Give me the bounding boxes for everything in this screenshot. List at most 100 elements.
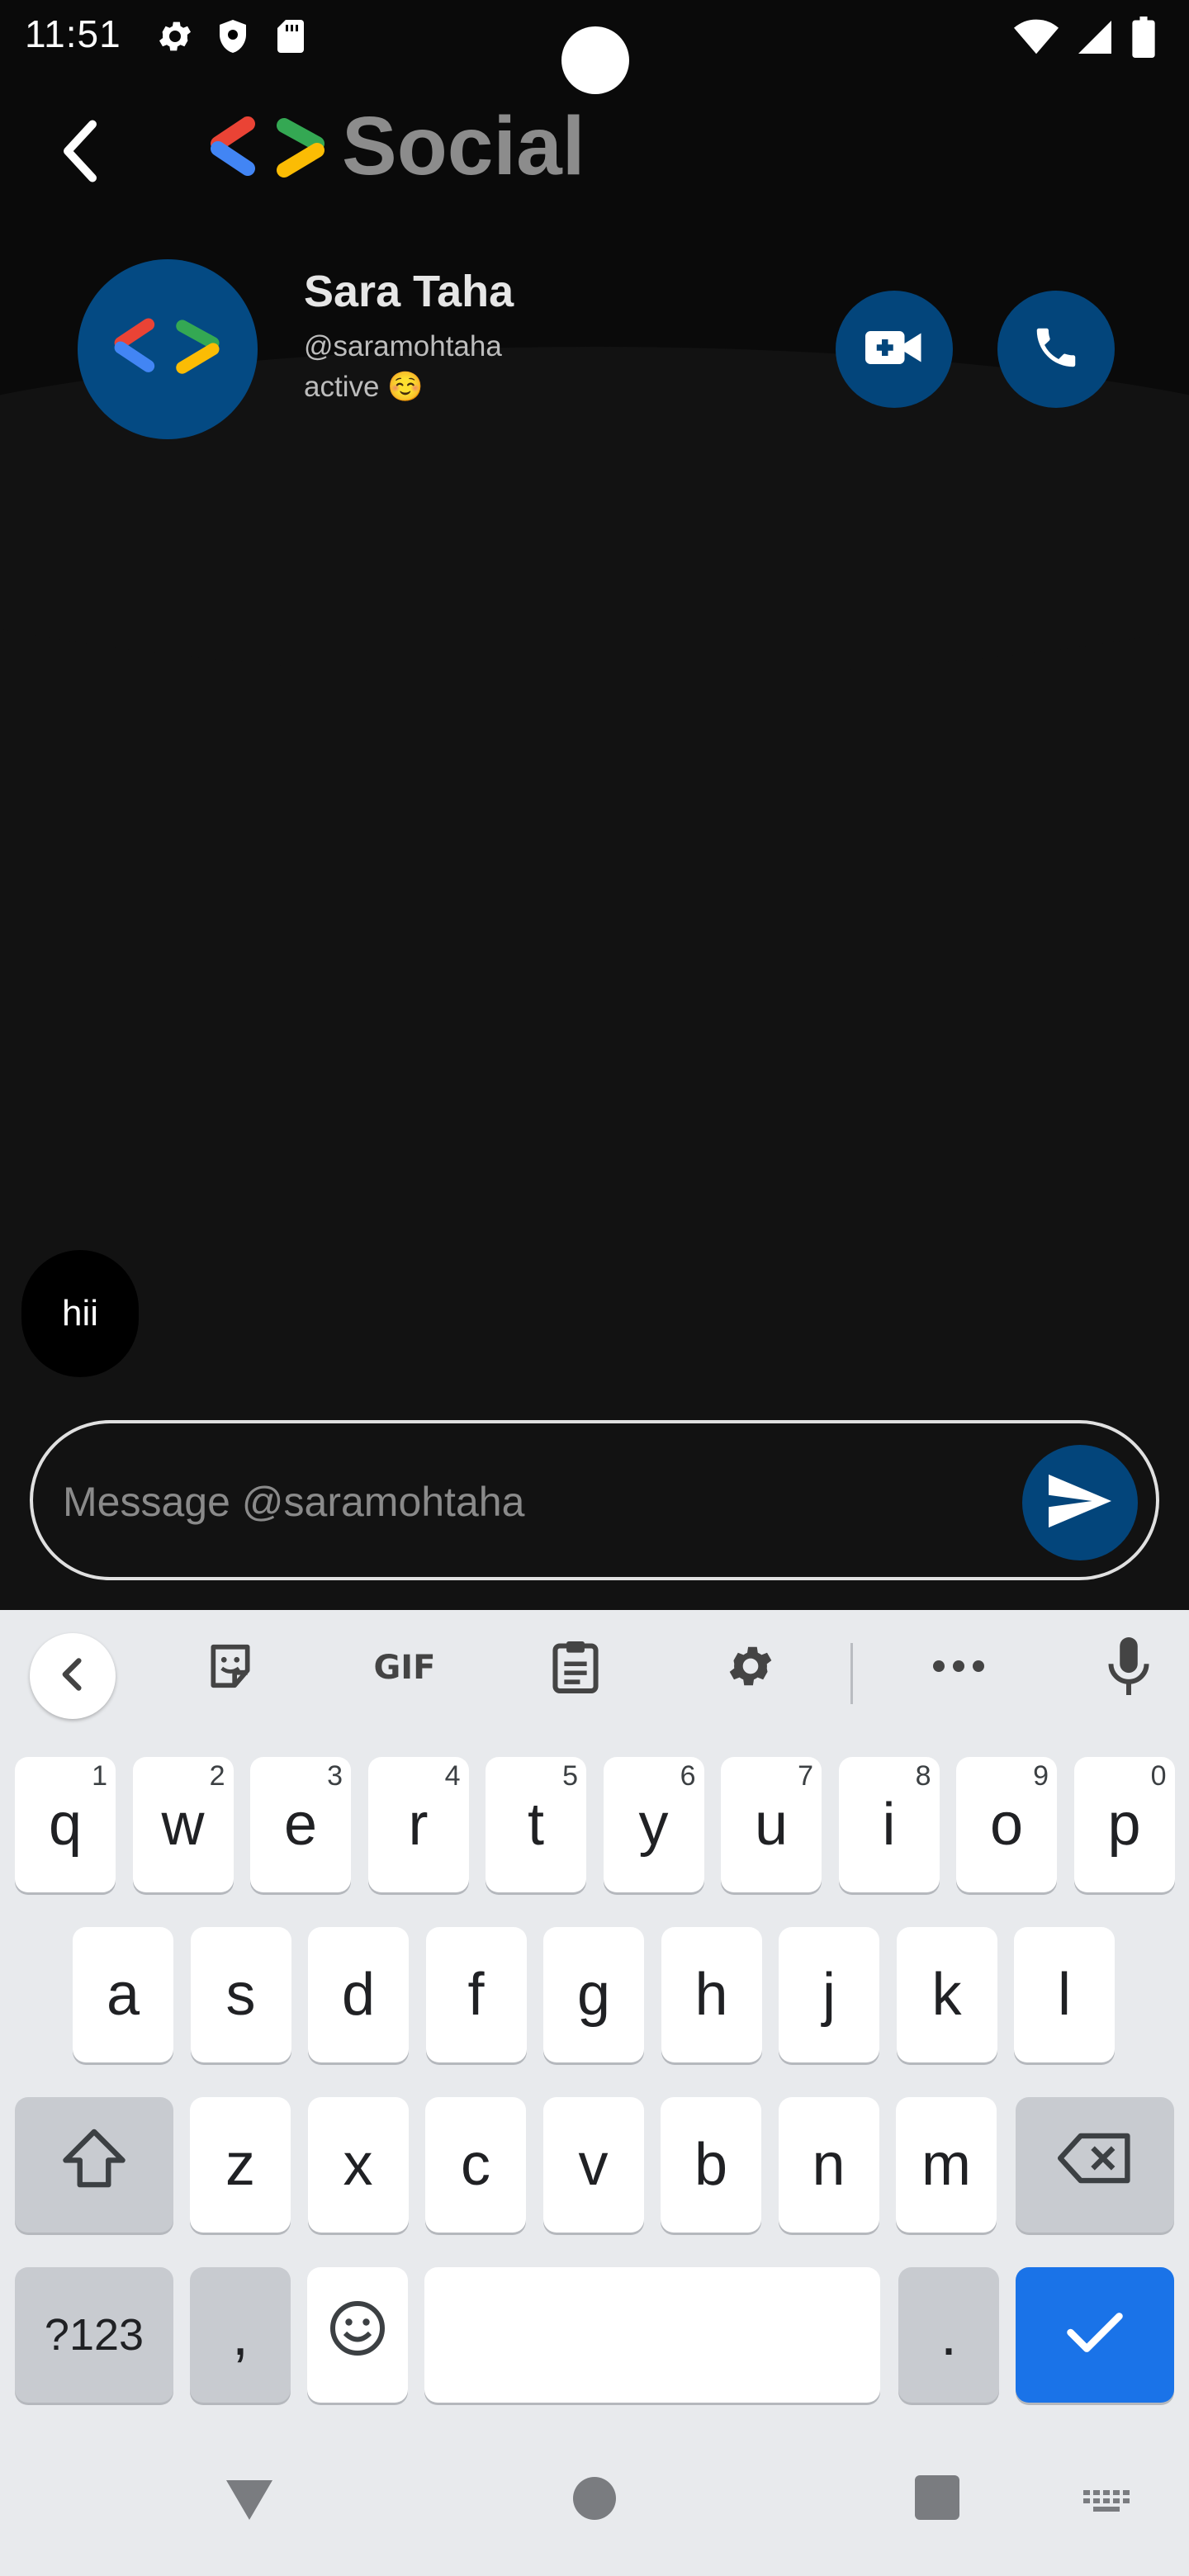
key-a[interactable]: a [73,1927,173,2062]
video-call-button[interactable] [836,291,953,408]
home-circle-icon [571,2475,618,2526]
key-h[interactable]: h [661,1927,762,2062]
toolbar-divider [850,1643,853,1704]
key-label: e [283,1792,318,1858]
key-hint: 4 [444,1760,461,1792]
key-b[interactable]: b [661,2097,761,2233]
keyboard-toolbar: GIF [0,1610,1189,1719]
battery-icon [1131,17,1156,62]
key-label: o [989,1792,1024,1858]
app-title: Social [342,100,585,192]
shield-icon [213,17,253,60]
key-n[interactable]: n [778,2097,879,2233]
voice-input-button[interactable] [1092,1633,1166,1702]
keyboard-switch-icon [1083,2490,1131,2519]
gear-icon [155,17,195,60]
key-l[interactable]: l [1014,1927,1115,2062]
key-w[interactable]: w2 [132,1757,234,1892]
brand-logo-icon [110,316,225,383]
comma-key[interactable]: , [190,2267,291,2403]
key-o[interactable]: o9 [956,1757,1057,1892]
back-triangle-icon [225,2477,274,2527]
gear-icon [724,1640,777,1697]
nav-back-button[interactable] [225,2477,274,2527]
key-label: r [408,1792,429,1858]
keyboard-settings-button[interactable] [713,1633,788,1702]
send-icon [1049,1474,1111,1532]
gif-label: GIF [373,1649,436,1687]
shift-icon [61,2128,127,2203]
key-y[interactable]: y6 [603,1757,704,1892]
key-hint: 7 [798,1760,813,1792]
backspace-key[interactable] [1016,2097,1174,2233]
key-hint: 3 [327,1760,343,1792]
key-j[interactable]: j [779,1927,879,2062]
contact-status: active ☺️ [304,371,424,403]
key-s[interactable]: s [190,1927,291,2062]
key-v[interactable]: v [542,2097,644,2233]
chat-screen: 11:51 Social Sara Taha @saramohtaha acti… [0,0,1189,2576]
keyboard-collapse-button[interactable] [30,1633,116,1719]
video-plus-icon [865,327,923,372]
recents-square-icon [915,2475,959,2524]
key-label: w [161,1792,205,1858]
signal-icon [1075,17,1115,61]
mic-icon [1108,1636,1149,1699]
gif-button[interactable]: GIF [363,1633,446,1702]
key-r[interactable]: r4 [367,1757,469,1892]
chevron-left-icon [60,1656,85,1697]
key-hint: 8 [915,1760,931,1792]
status-bar: 11:51 [0,0,1189,94]
enter-key[interactable] [1016,2267,1174,2403]
key-z[interactable]: z [190,2097,291,2233]
key-f[interactable]: f [425,1927,527,2062]
space-key[interactable] [424,2267,880,2403]
key-e[interactable]: e3 [250,1757,351,1892]
voice-call-button[interactable] [997,291,1115,408]
sticker-button[interactable] [193,1633,268,1702]
key-k[interactable]: k [896,1927,997,2062]
key-hint: 2 [209,1760,225,1792]
key-label: p [1107,1792,1141,1858]
sd-card-icon [271,17,310,60]
emoji-icon [328,2299,387,2372]
key-hint: 0 [1150,1760,1167,1792]
checkmark-icon [1066,2301,1124,2369]
clipboard-button[interactable] [538,1633,613,1702]
contact-name: Sara Taha [304,267,514,316]
key-d[interactable]: d [308,1927,409,2062]
camera-cutout [561,26,629,94]
phone-icon [1030,322,1082,377]
back-button[interactable] [51,116,109,190]
nav-home-button[interactable] [571,2475,618,2526]
send-button[interactable] [1022,1445,1138,1560]
shift-key[interactable] [15,2097,173,2233]
keyboard-switch-button[interactable] [1083,2490,1131,2519]
key-x[interactable]: x [307,2097,409,2233]
wifi-icon [1014,17,1059,61]
key-g[interactable]: g [543,1927,644,2062]
symbols-key[interactable]: ?123 [15,2267,173,2403]
chevron-left-icon [59,118,101,188]
key-q[interactable]: q1 [15,1757,116,1892]
contact-avatar[interactable] [78,259,258,439]
message-placeholder: Message @saramohtaha [63,1479,525,1525]
key-t[interactable]: t5 [486,1757,586,1892]
key-label: i [882,1792,896,1858]
key-m[interactable]: m [896,2097,997,2233]
sticker-icon [205,1641,256,1696]
period-key[interactable]: . [898,2267,999,2403]
key-i[interactable]: i8 [838,1757,940,1892]
key-hint: 1 [92,1760,107,1792]
key-label: q [48,1792,83,1858]
clipboard-icon [551,1639,600,1698]
more-button[interactable] [921,1633,996,1702]
message-bubble[interactable]: hii [21,1250,139,1377]
key-c[interactable]: c [425,2097,526,2233]
emoji-key[interactable] [307,2267,408,2403]
key-u[interactable]: u7 [721,1757,822,1892]
key-p[interactable]: p0 [1073,1757,1175,1892]
nav-recents-button[interactable] [915,2475,959,2524]
brand-logo-icon [206,116,330,182]
key-label: y [638,1792,669,1858]
